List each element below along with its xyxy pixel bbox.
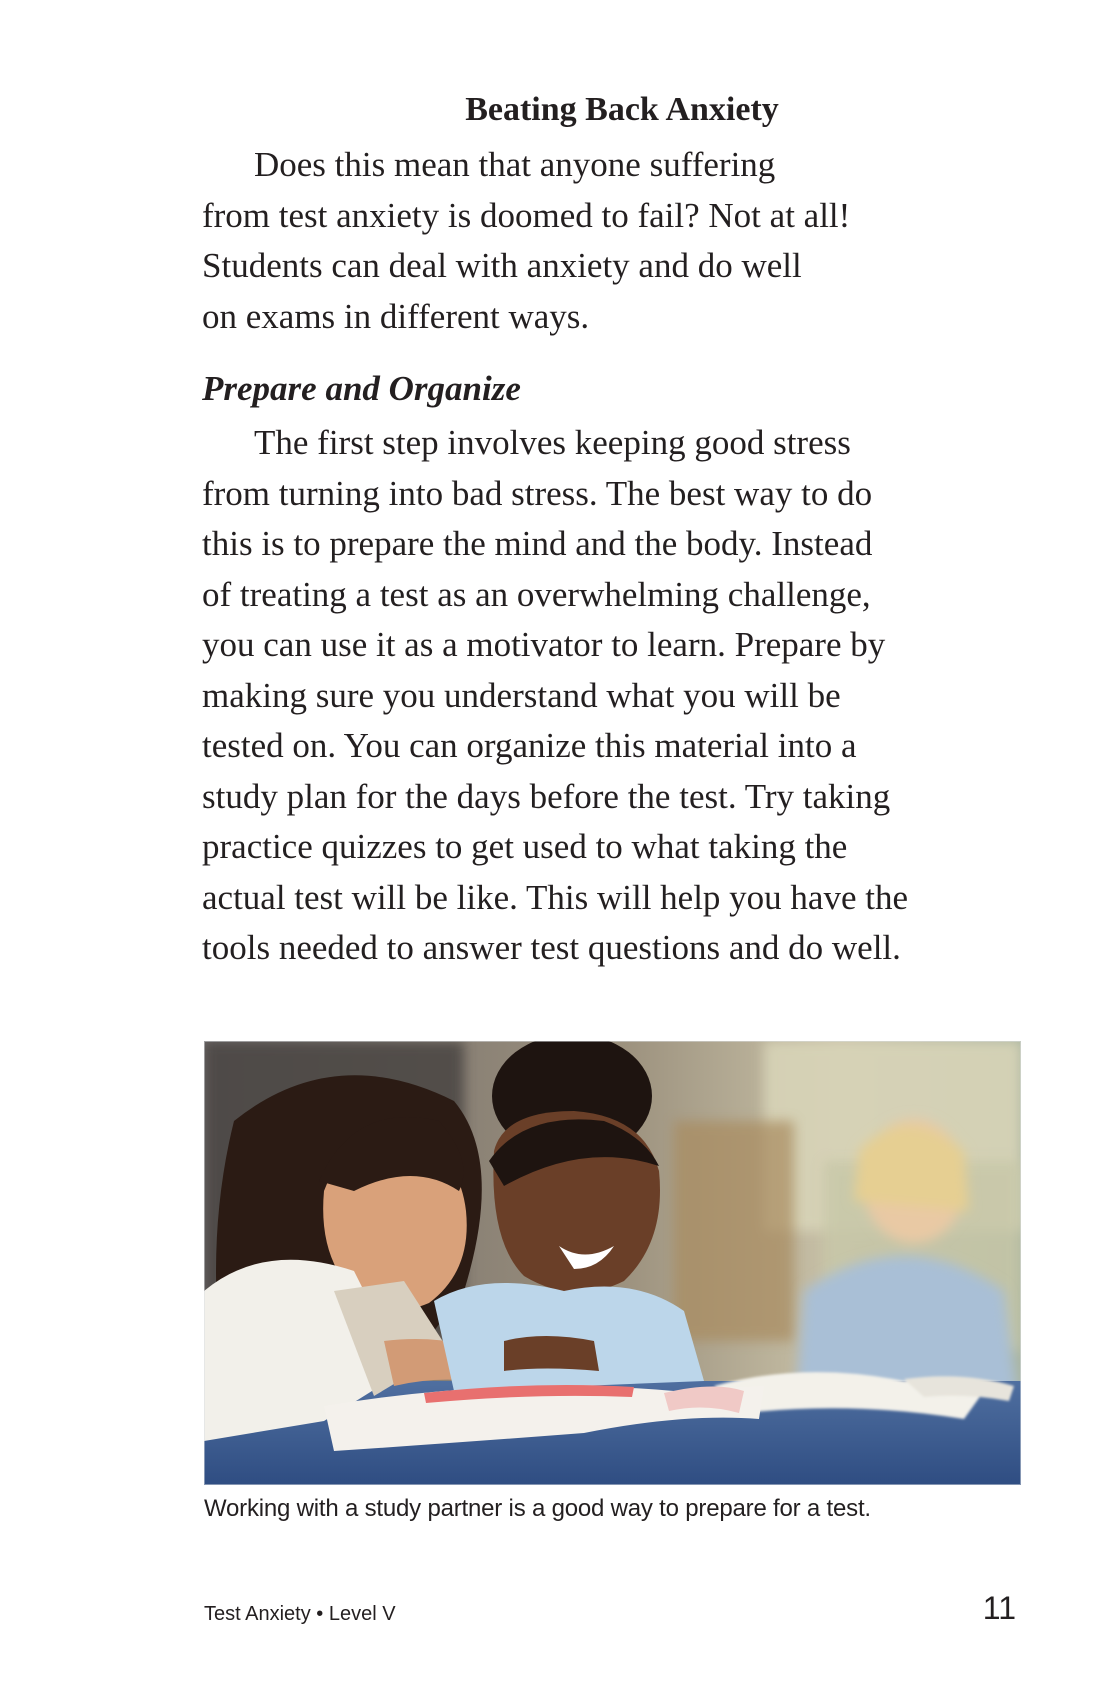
body-line: you can use it as a motivator to learn. … [202,625,886,664]
body-line: making sure you understand what you will… [202,675,841,715]
photo-caption: Working with a study partner is a good w… [204,1495,871,1522]
body-line: actual test will be like. This will help… [202,877,908,917]
footer-book-title: Test Anxiety • Level V [204,1603,396,1625]
body-line: practice quizzes to get used to what tak… [202,827,848,866]
body-line: of treating a test as an overwhelming ch… [202,574,871,614]
intro-paragraph: Does this mean that anyone suffering fro… [202,140,1022,342]
book-page: Beating Back Anxiety Does this mean that… [0,0,1100,1700]
subheading: Prepare and Organize [202,369,521,408]
page-text: Beating Back Anxiety Does this mean that… [202,88,1022,974]
study-partners-photo [204,1041,1021,1485]
section-heading: Beating Back Anxiety [465,91,779,128]
body-paragraph: The first step involves keeping good str… [202,418,1022,974]
intro-line: Students can deal with anxiety and do we… [202,246,802,285]
body-line: from turning into bad stress. The best w… [202,473,873,513]
body-line: tools needed to answer test questions an… [202,928,901,967]
body-line: tested on. You can organize this materia… [202,726,857,765]
body-line: study plan for the days before the test.… [202,776,891,816]
body-line: this is to prepare the mind and the body… [202,524,873,563]
intro-line: Does this mean that anyone suffering [254,145,776,184]
photo-illustration [204,1041,1021,1485]
intro-line: on exams in different ways. [202,296,590,336]
page-number: 11 [982,1590,1016,1626]
body-line: The first step involves keeping good str… [254,423,851,462]
intro-line: from test anxiety is doomed to fail? Not… [202,195,851,235]
